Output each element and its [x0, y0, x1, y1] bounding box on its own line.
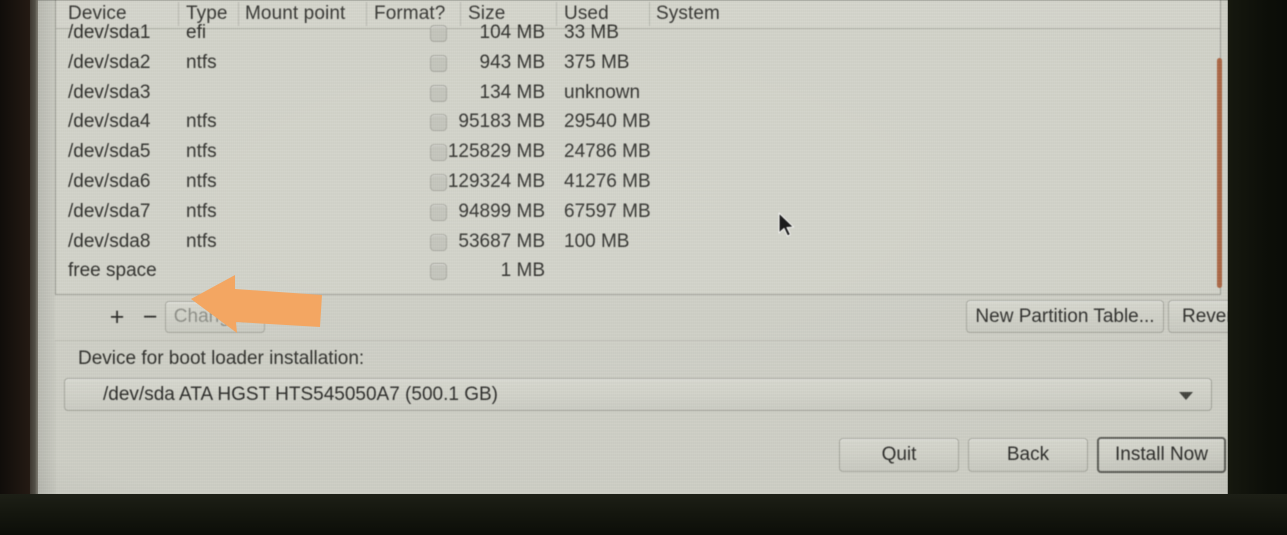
back-button[interactable]: Back [968, 438, 1088, 472]
table-row[interactable]: /dev/sda5 ntfs 125829 MB 24786 MB [56, 137, 1220, 167]
change-partition-button[interactable]: Change... [165, 301, 265, 333]
quit-button[interactable]: Quit [839, 438, 959, 472]
bottom-action-bar: Quit Back Install Now [36, 434, 1228, 476]
cell-size: 125829 MB [447, 141, 545, 163]
table-row[interactable]: /dev/sda6 ntfs 129324 MB 41276 MB [56, 167, 1220, 197]
cell-size: 104 MB [479, 22, 545, 43]
add-partition-button[interactable]: + [102, 301, 132, 333]
cell-used: 29540 MB [564, 111, 651, 133]
cell-device: /dev/sda2 [68, 51, 151, 73]
table-row[interactable]: /dev/sda8 ntfs 53687 MB 100 MB [56, 227, 1220, 257]
cell-device: /dev/sda4 [68, 111, 151, 133]
cell-device: /dev/sda7 [68, 200, 151, 222]
cell-size: 95183 MB [458, 111, 545, 133]
install-now-button[interactable]: Install Now [1097, 437, 1226, 473]
partition-toolbar: + − Change... New Partition Table... Rev… [55, 296, 1228, 340]
bezel-left [0, 0, 30, 535]
cell-used: 100 MB [564, 230, 630, 252]
toolbar-separator [55, 340, 1221, 341]
cell-type: ntfs [186, 111, 217, 133]
cell-used: 41276 MB [564, 171, 651, 192]
mouse-cursor-icon [778, 212, 795, 237]
table-row[interactable]: free space 1 MB [56, 256, 1220, 286]
cell-size: 53687 MB [458, 230, 545, 252]
table-row[interactable]: /dev/sda4 ntfs 95183 MB 29540 MB [56, 107, 1220, 137]
revert-button[interactable]: Revert [1168, 300, 1228, 333]
boot-loader-label: Device for boot loader installation: [78, 348, 365, 369]
table-row[interactable]: /dev/sda3 134 MB unknown [56, 78, 1220, 108]
cell-type: ntfs [186, 141, 217, 163]
cell-device: /dev/sda3 [68, 81, 151, 103]
new-partition-table-button[interactable]: New Partition Table... [966, 300, 1164, 333]
cell-used: 24786 MB [564, 141, 651, 163]
cell-size: 94899 MB [458, 200, 545, 222]
cell-used: 375 MB [564, 51, 630, 73]
bezel-bottom [0, 494, 1287, 535]
cell-used: 33 MB [564, 22, 619, 43]
table-row[interactable]: /dev/sda7 ntfs 94899 MB 67597 MB [56, 197, 1220, 227]
cell-device: /dev/sda5 [68, 141, 151, 163]
cell-type: ntfs [186, 200, 217, 222]
partition-table-scrollbar[interactable] [1217, 58, 1222, 288]
cell-device: /dev/sda6 [68, 171, 151, 192]
bezel-right [1228, 0, 1287, 497]
cell-type: ntfs [186, 230, 217, 252]
screenshot-root: Device Type Mount point Format? Size Use… [0, 0, 1287, 535]
boot-loader-device-value: /dev/sda ATA HGST HTS545050A7 (500.1 GB) [103, 384, 498, 405]
cell-device: /dev/sda8 [68, 230, 151, 252]
window-left-edge [36, 0, 56, 496]
remove-partition-button[interactable]: − [135, 301, 165, 333]
cell-device: /dev/sda1 [68, 22, 151, 43]
cell-type: efi [186, 22, 207, 43]
monitor-screen: Device Type Mount point Format? Size Use… [36, 0, 1228, 496]
boot-loader-device-select[interactable]: /dev/sda ATA HGST HTS545050A7 (500.1 GB) [64, 378, 1212, 411]
cell-device: free space [68, 260, 157, 282]
installer-window: Device Type Mount point Format? Size Use… [36, 0, 1228, 496]
cell-size: 943 MB [479, 51, 545, 73]
cell-used: 67597 MB [564, 200, 651, 222]
table-row[interactable]: /dev/sda1 efi 104 MB 33 MB [56, 18, 1220, 48]
cell-used: unknown [564, 81, 641, 103]
table-row[interactable]: /dev/sda2 ntfs 943 MB 375 MB [56, 48, 1220, 78]
cell-size: 134 MB [479, 81, 545, 103]
chevron-down-icon[interactable] [1179, 392, 1193, 400]
cell-size: 129324 MB [447, 171, 545, 192]
partition-table[interactable]: Device Type Mount point Format? Size Use… [55, 0, 1221, 295]
cell-type: ntfs [186, 51, 217, 73]
cell-type: ntfs [186, 171, 217, 192]
cell-size: 1 MB [500, 260, 545, 282]
